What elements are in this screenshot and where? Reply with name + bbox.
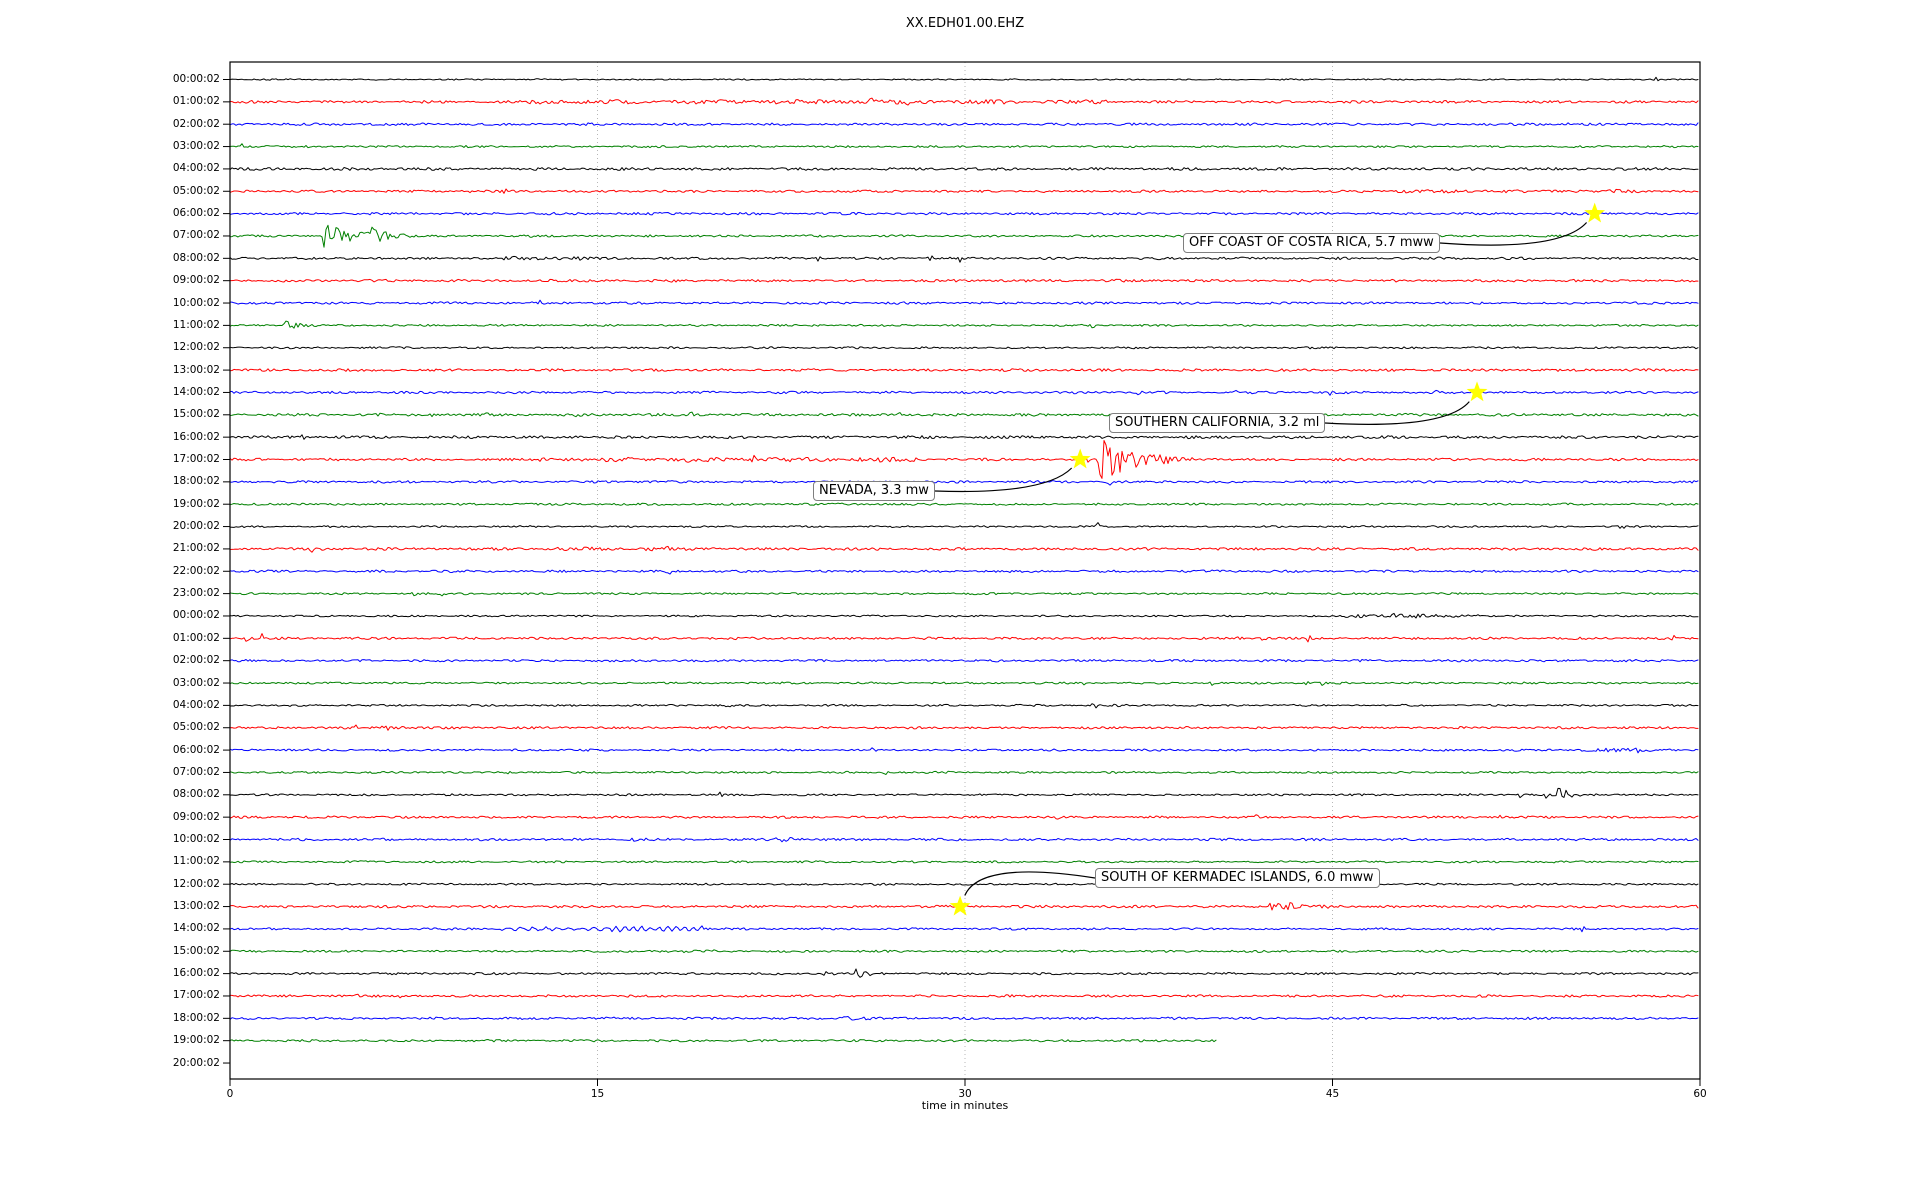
y-axis-label: 01:00:02 bbox=[172, 95, 220, 108]
y-axis-label: 08:00:02 bbox=[172, 251, 220, 264]
trace-row-34-10:00:02 bbox=[229, 837, 1699, 843]
y-axis-label: 18:00:02 bbox=[172, 1011, 220, 1024]
trace-row-1-01:00:02 bbox=[229, 97, 1699, 106]
trace-row-32-08:00:02 bbox=[229, 787, 1699, 799]
y-axis-label: 20:00:02 bbox=[172, 1056, 220, 1069]
annotation-label-2: NEVADA, 3.3 mw bbox=[813, 481, 935, 501]
y-axis-label: 12:00:02 bbox=[172, 341, 220, 354]
trace-row-20-20:00:02 bbox=[229, 522, 1699, 529]
trace-row-13-13:00:02 bbox=[229, 368, 1699, 372]
trace-row-30-06:00:02 bbox=[229, 747, 1699, 754]
trace-row-9-09:00:02 bbox=[229, 278, 1699, 283]
y-axis-label: 19:00:02 bbox=[172, 497, 220, 510]
trace-row-23-23:00:02 bbox=[229, 592, 1699, 597]
y-axis-label: 06:00:02 bbox=[172, 743, 220, 756]
y-axis-label: 11:00:02 bbox=[172, 855, 220, 868]
trace-row-3-03:00:02 bbox=[229, 143, 1699, 149]
y-axis-label: 14:00:02 bbox=[172, 922, 220, 935]
trace-row-4-04:00:02 bbox=[229, 167, 1699, 171]
trace-row-35-11:00:02 bbox=[229, 860, 1699, 864]
y-axis-label: 00:00:02 bbox=[172, 73, 220, 85]
trace-row-17-17:00:02 bbox=[229, 440, 1699, 479]
trace-row-10-10:00:02 bbox=[229, 299, 1699, 305]
y-axis-label: 05:00:02 bbox=[172, 721, 220, 734]
y-axis-label: 14:00:02 bbox=[172, 385, 220, 398]
trace-row-25-01:00:02 bbox=[229, 633, 1699, 643]
trace-row-14-14:00:02 bbox=[229, 389, 1699, 396]
y-axis-label: 02:00:02 bbox=[172, 654, 220, 667]
y-axis-label: 21:00:02 bbox=[172, 542, 220, 555]
y-axis-label: 05:00:02 bbox=[172, 184, 220, 197]
y-axis-label: 10:00:02 bbox=[172, 833, 220, 845]
y-axis-label: 03:00:02 bbox=[172, 676, 220, 689]
trace-row-28-04:00:02 bbox=[229, 703, 1699, 709]
y-axis-label: 08:00:02 bbox=[172, 788, 220, 801]
y-axis-label: 00:00:02 bbox=[172, 609, 220, 622]
y-axis-label: 23:00:02 bbox=[172, 587, 220, 600]
trace-row-29-05:00:02 bbox=[229, 724, 1699, 731]
annotation-label-3: SOUTH OF KERMADEC ISLANDS, 6.0 mww bbox=[1095, 868, 1380, 888]
y-axis-label: 16:00:02 bbox=[172, 967, 220, 980]
y-axis-label: 10:00:02 bbox=[172, 296, 220, 309]
trace-row-26-02:00:02 bbox=[229, 659, 1699, 663]
y-axis-label: 11:00:02 bbox=[172, 318, 220, 331]
y-axis-label: 02:00:02 bbox=[172, 117, 220, 130]
y-axis-label: 01:00:02 bbox=[172, 631, 220, 644]
trace-row-40-16:00:02 bbox=[229, 968, 1699, 978]
annotation-label-0: OFF COAST OF COSTA RICA, 5.7 mww bbox=[1183, 233, 1440, 253]
y-axis-label: 06:00:02 bbox=[172, 207, 220, 220]
y-axis-label: 07:00:02 bbox=[172, 765, 220, 778]
trace-row-41-17:00:02 bbox=[229, 993, 1699, 999]
trace-row-18-18:00:02 bbox=[229, 480, 1699, 486]
trace-row-2-02:00:02 bbox=[229, 122, 1699, 126]
trace-row-8-08:00:02 bbox=[229, 255, 1699, 263]
y-axis-label: 13:00:02 bbox=[172, 900, 220, 913]
trace-row-24-00:00:02 bbox=[229, 612, 1699, 619]
trace-row-19-19:00:02 bbox=[229, 502, 1699, 506]
y-axis-label: 04:00:02 bbox=[172, 162, 220, 175]
y-axis-label: 09:00:02 bbox=[172, 810, 220, 823]
trace-row-43-19:00:02 bbox=[229, 1039, 1217, 1043]
trace-row-38-14:00:02 bbox=[229, 925, 1699, 933]
trace-row-7-07:00:02 bbox=[229, 224, 1699, 248]
trace-row-33-09:00:02 bbox=[229, 814, 1699, 820]
helicorder-plot-canvas bbox=[223, 61, 1701, 1086]
trace-row-39-15:00:02 bbox=[229, 949, 1699, 954]
x-axis-title: time in minutes bbox=[921, 1099, 1009, 1112]
trace-row-21-21:00:02 bbox=[229, 545, 1699, 553]
trace-row-36-12:00:02 bbox=[229, 882, 1699, 886]
trace-row-12-12:00:02 bbox=[229, 346, 1699, 350]
trace-row-16-16:00:02 bbox=[229, 434, 1699, 440]
y-axis-label: 16:00:02 bbox=[172, 430, 220, 443]
trace-row-15-15:00:02 bbox=[229, 411, 1699, 418]
y-axis-label: 18:00:02 bbox=[172, 475, 220, 488]
y-axis-label: 17:00:02 bbox=[172, 453, 220, 465]
trace-row-6-06:00:02 bbox=[229, 211, 1699, 216]
y-axis-label: 12:00:02 bbox=[172, 877, 220, 890]
trace-row-27-03:00:02 bbox=[229, 681, 1699, 686]
trace-row-37-13:00:02 bbox=[229, 902, 1699, 911]
trace-row-22-22:00:02 bbox=[229, 569, 1699, 575]
trace-row-31-07:00:02 bbox=[229, 770, 1699, 775]
y-axis-label: 07:00:02 bbox=[172, 229, 220, 242]
y-axis-label: 04:00:02 bbox=[172, 698, 220, 711]
trace-row-11-11:00:02 bbox=[229, 320, 1699, 329]
annotation-label-1: SOUTHERN CALIFORNIA, 3.2 ml bbox=[1109, 413, 1326, 433]
trace-row-5-05:00:02 bbox=[229, 188, 1699, 194]
trace-row-42-18:00:02 bbox=[229, 1016, 1699, 1021]
trace-row-0-00:00:02 bbox=[229, 76, 1699, 82]
y-axis-label: 15:00:02 bbox=[172, 944, 220, 957]
helicorder-figure: XX.EDH01.00.EHZ 00:00:02 01:00:02 02:00:02… bbox=[0, 0, 1920, 1200]
y-axis-label: 22:00:02 bbox=[172, 564, 220, 577]
y-axis-label: 17:00:02 bbox=[172, 989, 220, 1002]
y-axis-label: 09:00:02 bbox=[172, 274, 220, 287]
y-axis-label: 03:00:02 bbox=[172, 140, 220, 153]
y-axis-label: 20:00:02 bbox=[172, 520, 220, 533]
y-axis-label: 19:00:02 bbox=[172, 1034, 220, 1047]
y-axis-label: 13:00:02 bbox=[172, 363, 220, 376]
y-axis-label: 15:00:02 bbox=[172, 408, 220, 421]
